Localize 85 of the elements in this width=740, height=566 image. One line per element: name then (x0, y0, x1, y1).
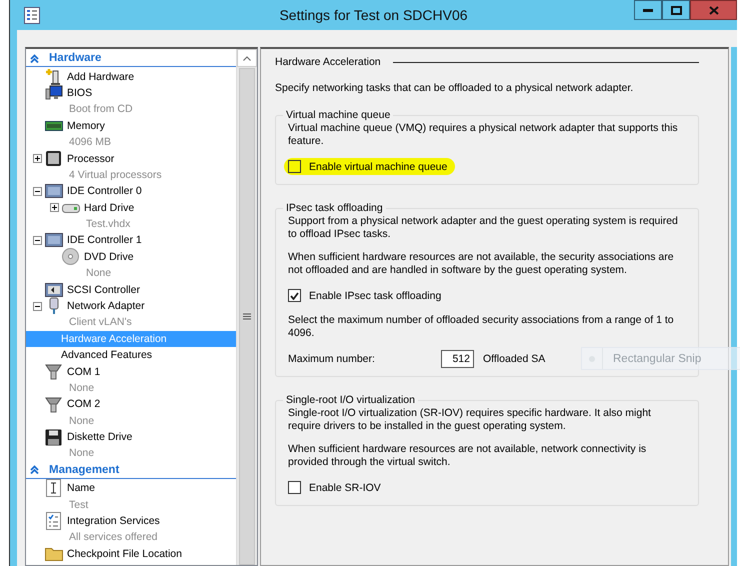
tree-item[interactable]: COM 2 (26, 396, 236, 413)
item-detail: None (86, 267, 112, 280)
tree-item[interactable]: Memory (26, 118, 236, 134)
collapse-icon[interactable] (32, 302, 42, 311)
folder-icon (44, 546, 62, 562)
minimize-button[interactable] (634, 0, 662, 20)
group-title: Virtual machine queue (285, 109, 392, 121)
hard-drive-icon (62, 202, 80, 214)
unit-label: Offloaded SA (483, 353, 546, 365)
minimize-icon (643, 8, 653, 12)
checkbox-label[interactable]: Enable virtual machine queue (309, 160, 448, 172)
page-heading: Hardware Acceleration (275, 56, 381, 68)
scroll-up-icon (243, 56, 251, 60)
scsi-controller-icon (44, 282, 62, 297)
computer-icon (44, 84, 62, 101)
tree-item[interactable]: DVD Drive (26, 248, 236, 266)
section-chevron-icon[interactable] (30, 52, 39, 64)
processor-chip-icon (45, 150, 62, 168)
collapse-icon[interactable] (32, 186, 42, 196)
field-label: Maximum number: (288, 353, 376, 365)
tree-item[interactable]: IDE Controller 0 (26, 183, 236, 200)
tree-item[interactable]: Checkpoint File Location (26, 546, 236, 562)
tree-item[interactable]: SCSI Controller (26, 281, 236, 298)
description-text: When sufficient hardware resources are not available, network connectivity is provided through the virtual switch. (288, 443, 648, 469)
serial-port-icon (45, 396, 62, 413)
checkbox[interactable] (288, 481, 301, 494)
item-detail: Test (69, 498, 88, 511)
expand-icon[interactable] (50, 203, 58, 212)
scroll-thumb[interactable] (239, 68, 255, 565)
intro-text: Specify networking tasks that can be offloaded to a physical network adapter. (275, 82, 634, 95)
tree-item[interactable]: Integration Services (26, 512, 236, 530)
tree-item[interactable]: Diskette Drive (26, 428, 236, 446)
checkbox-label[interactable]: Enable SR-IOV (309, 482, 381, 494)
hardware-plus-icon (45, 68, 62, 86)
item-detail: Boot from CD (69, 103, 133, 116)
network-plug-icon (48, 297, 60, 316)
close-icon (708, 6, 718, 14)
item-detail: Test.vhdx (86, 218, 130, 230)
window-title: Settings for Test on SDCHV06 (279, 7, 468, 23)
description-text: When sufficient hardware resources are not available, the security associations are not offloaded and are handled in software by the guest operating system. (288, 251, 675, 277)
checklist-icon (46, 512, 61, 530)
tree-item[interactable]: Network Adapter (26, 298, 236, 314)
expand-icon[interactable] (32, 154, 42, 164)
item-detail: None (69, 382, 94, 394)
section-chevron-icon[interactable] (30, 464, 39, 476)
maximize-button[interactable] (662, 0, 690, 20)
item-detail: All services offered (69, 531, 158, 544)
tree-item[interactable]: Processor (26, 150, 236, 167)
section-heading: Hardware (49, 52, 102, 64)
checkbox-label[interactable]: Enable IPsec task offloading (309, 290, 442, 302)
disc-icon (62, 248, 79, 266)
controller-card-icon (44, 184, 62, 198)
maximize-icon (670, 6, 682, 14)
description-text: Support from a physical network adapter and the guest operating system is required to offload IPsec tasks. (288, 215, 678, 241)
tree-item[interactable]: Hard Drive (26, 200, 236, 216)
item-detail: 4 Virtual processors (69, 168, 162, 181)
tree-item[interactable]: Advanced Features (26, 347, 236, 364)
text-cursor-icon (46, 479, 61, 498)
tree-item[interactable]: IDE Controller 1 (26, 232, 236, 249)
item-detail: Client vLAN's (69, 316, 132, 328)
item-detail: None (69, 447, 94, 460)
item-detail: 4096 MB (69, 136, 112, 148)
memory-module-icon (44, 120, 62, 132)
section-heading: Management (49, 464, 120, 476)
description-text: Virtual machine queue (VMQ) requires a physical network adapter that supports this feature. (288, 122, 678, 148)
close-button[interactable] (690, 0, 737, 20)
scrollbar[interactable] (236, 49, 257, 565)
checkbox[interactable] (288, 160, 301, 173)
tree-item[interactable]: BIOS (26, 84, 236, 102)
item-detail: None (69, 414, 94, 427)
serial-port-icon (45, 363, 62, 380)
number-field[interactable]: 512 (441, 350, 474, 368)
group-title: Single-root I/O virtualization (285, 394, 416, 406)
tree-item[interactable]: Add Hardware (26, 68, 236, 85)
checkmark-icon (290, 292, 299, 300)
controller-card-icon (44, 233, 62, 248)
description-text: Single-root I/O virtualization (SR-IOV) requires specific hardware. It also might require drivers to be installed in the guest operating system. (288, 407, 652, 433)
description-text: Select the maximum number of offloaded security associations from a range of 1 to 4096. (288, 314, 675, 340)
tree-item[interactable]: COM 1 (26, 363, 236, 380)
checkbox[interactable] (288, 289, 301, 302)
tree-item[interactable]: Name (26, 480, 236, 497)
group-title: IPsec task offloading (285, 202, 384, 214)
settings-checklist-icon (24, 6, 40, 24)
collapse-icon[interactable] (32, 236, 42, 245)
grip-icon (243, 313, 251, 320)
